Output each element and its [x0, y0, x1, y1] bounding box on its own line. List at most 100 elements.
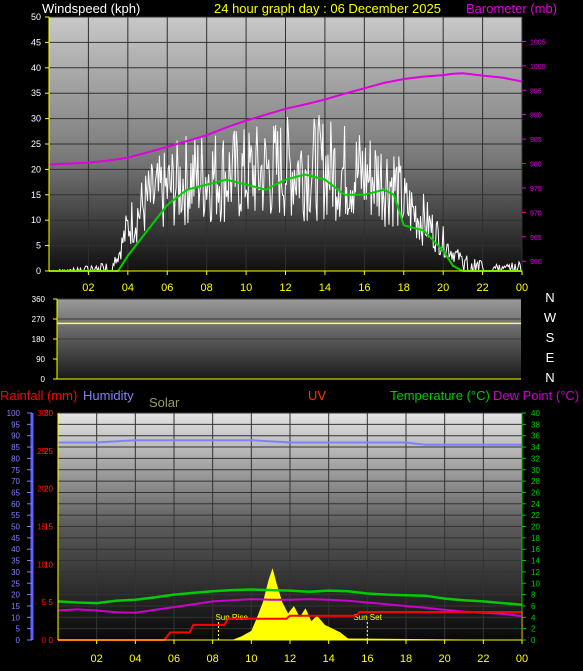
wind-y-tick-label: 10 — [31, 215, 41, 225]
uv-tick-label: 0 — [49, 636, 54, 645]
humidity-tick-label: 85 — [11, 443, 20, 452]
humidity-tick-label: 80 — [11, 454, 20, 463]
wind-direction-panel: 090180270360 NWSEN — [32, 290, 557, 385]
climate-x-tick-label: 06 — [168, 653, 180, 665]
climate-x-tick-label: 00 — [516, 653, 528, 665]
wind-y-tick-label: 50 — [31, 12, 41, 22]
temperature-tick-label: 12 — [531, 568, 540, 577]
compass-n-label: N — [545, 370, 554, 385]
humidity-tick-label: 5 — [16, 625, 21, 634]
temperature-ticks: 0246810121416182022242628303234363840 — [522, 409, 540, 645]
temperature-tick-label: 26 — [531, 488, 540, 497]
humidity-tick-label: 65 — [11, 488, 20, 497]
humidity-tick-label: 15 — [11, 602, 20, 611]
humidity-title: Humidity — [83, 388, 134, 403]
uv-tick-label: 20 — [44, 485, 53, 494]
humidity-tick-label: 50 — [11, 523, 20, 532]
rainfall-tick-label: 0 — [42, 636, 47, 645]
climate-gridlines — [58, 412, 523, 641]
humidity-ticks: 0 5 10 15 20 25 30 35 40 45 50 55 60 65 70 75 80 85 90 95 10… — [7, 409, 32, 645]
climate-x-ticks: 02 04 06 08 10 12 14 16 18 20 22 00 — [91, 640, 528, 665]
climate-x-tick-label: 08 — [207, 653, 219, 665]
wind-y-tick-label: 15 — [31, 190, 41, 200]
compass-w-label: W — [544, 310, 557, 325]
temperature-tick-label: 4 — [531, 613, 536, 622]
compass-n-label: N — [545, 290, 554, 305]
wind-x-tick-label: 06 — [161, 282, 173, 294]
direction-y-ticks: 0 90 180 270 360 — [32, 295, 57, 384]
wind-x-tick-label: 10 — [240, 282, 252, 294]
wind-x-tick-label: 12 — [279, 282, 291, 294]
baro-y-tick-label: 960 — [530, 259, 542, 266]
baro-y-tick-label: 980 — [530, 162, 542, 169]
humidity-tick-label: 10 — [11, 613, 20, 622]
humidity-tick-label: 100 — [7, 409, 21, 418]
uv-tick-label: 25 — [44, 447, 53, 456]
direction-y-tick-label: 360 — [32, 295, 46, 304]
wind-x-tick-label: 08 — [201, 282, 213, 294]
wind-x-tick-label: 16 — [358, 282, 370, 294]
wind-y-tick-label: 45 — [31, 37, 41, 47]
wind-y-tick-label: 25 — [31, 139, 41, 149]
temperature-tick-label: 24 — [531, 500, 540, 509]
rainfall-tick-label: 5 — [42, 598, 47, 607]
temperature-title: Temperature (°C) — [390, 388, 490, 403]
wind-x-ticks: 02 04 06 08 10 12 14 16 18 20 22 00 — [82, 271, 528, 294]
rainfall-title: Rainfall (mm) — [0, 388, 77, 403]
temperature-tick-label: 34 — [531, 443, 540, 452]
temperature-tick-label: 22 — [531, 511, 540, 520]
baro-y-tick-label: 965 — [530, 235, 542, 242]
humidity-tick-label: 55 — [11, 511, 20, 520]
temperature-tick-label: 10 — [531, 579, 540, 588]
humidity-tick-label: 60 — [11, 500, 20, 509]
weather-graph-canvas: 05101520253035404550 9609659709759809859… — [0, 1, 579, 665]
climate-x-tick-label: 12 — [284, 653, 296, 665]
climate-x-tick-label: 18 — [400, 653, 412, 665]
wind-y-tick-label: 0 — [36, 266, 41, 276]
humidity-tick-label: 70 — [11, 477, 20, 486]
climate-x-tick-label: 02 — [91, 653, 103, 665]
wind-x-tick-label: 00 — [516, 282, 528, 294]
wind-y-ticks: 0 5 10 15 20 25 30 35 40 45 50 — [31, 12, 49, 276]
climate-x-tick-label: 04 — [129, 653, 141, 665]
temperature-tick-label: 36 — [531, 432, 540, 441]
compass-s-label: S — [546, 330, 555, 345]
humidity-tick-label: 75 — [11, 466, 20, 475]
climate-x-tick-label: 16 — [361, 653, 373, 665]
uv-title: UV — [308, 388, 326, 403]
wind-baro-panel: 05101520253035404550 9609659709759809859… — [31, 1, 557, 294]
humidity-tick-label: 95 — [11, 420, 20, 429]
wind-y-tick-label: 5 — [36, 241, 41, 251]
sunrise-label: Sun Rise — [215, 613, 248, 622]
wind-title: Windspeed (kph) — [42, 1, 140, 16]
temperature-tick-label: 6 — [531, 602, 536, 611]
baro-y-tick-label: 990 — [530, 113, 542, 120]
direction-y-tick-label: 180 — [32, 335, 46, 344]
temperature-tick-label: 2 — [531, 625, 536, 634]
wind-y-tick-label: 30 — [31, 114, 41, 124]
dewpoint-title: Dew Point (°C) — [493, 388, 579, 403]
wind-y-tick-label: 35 — [31, 88, 41, 98]
humidity-tick-label: 20 — [11, 591, 20, 600]
baro-y-tick-label: 970 — [530, 210, 542, 217]
temperature-tick-label: 40 — [531, 409, 540, 418]
humidity-tick-label: 90 — [11, 432, 20, 441]
climate-x-tick-label: 14 — [323, 653, 335, 665]
temperature-tick-label: 0 — [531, 636, 536, 645]
climate-x-tick-label: 22 — [477, 653, 489, 665]
baro-y-tick-label: 975 — [530, 186, 542, 193]
baro-y-ticks: 960 965 970 975 980 985 990 995 1000 1005 — [522, 39, 546, 266]
temperature-tick-label: 20 — [531, 523, 540, 532]
baro-y-tick-label: 1000 — [530, 64, 546, 71]
humidity-tick-label: 35 — [11, 557, 20, 566]
humidity-tick-label: 30 — [11, 568, 20, 577]
temperature-tick-label: 8 — [531, 591, 536, 600]
climate-x-tick-label: 10 — [245, 653, 257, 665]
temperature-tick-label: 16 — [531, 545, 540, 554]
wind-x-tick-label: 04 — [122, 282, 134, 294]
temperature-tick-label: 28 — [531, 477, 540, 486]
graph-title: 24 hour graph day : 06 December 2025 — [214, 1, 441, 16]
wind-x-tick-label: 20 — [437, 282, 449, 294]
compass-labels: NWSEN — [544, 290, 557, 385]
temperature-tick-label: 38 — [531, 420, 540, 429]
